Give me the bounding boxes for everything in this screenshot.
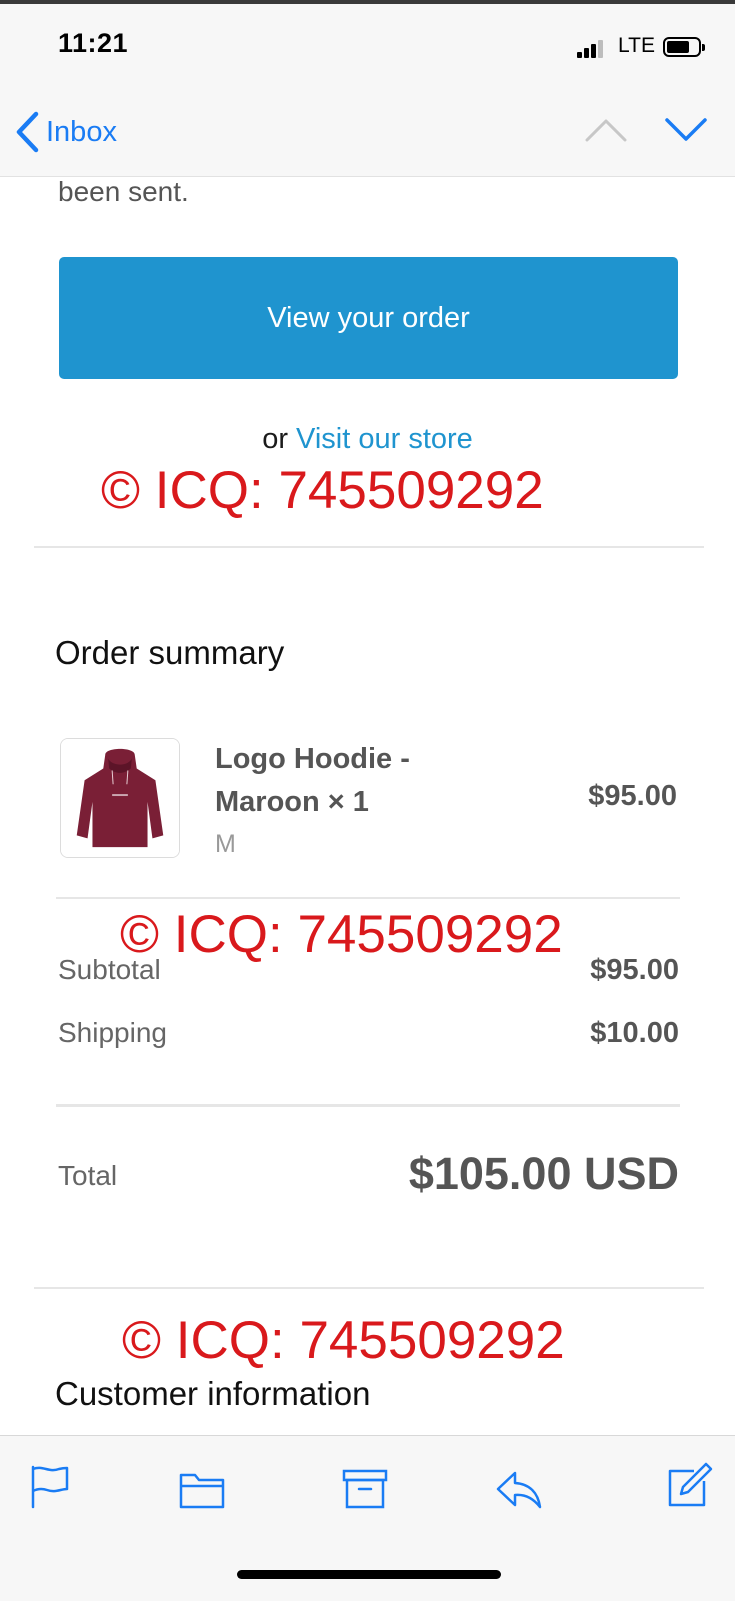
item-name: Logo Hoodie - Maroon × 1 xyxy=(215,743,410,818)
order-summary-title: Order summary xyxy=(55,634,285,671)
total-label: Total xyxy=(58,1160,118,1191)
back-to-inbox-button[interactable]: Inbox xyxy=(14,108,117,156)
divider xyxy=(56,1104,680,1107)
signal-icon xyxy=(577,38,605,58)
chevron-left-icon xyxy=(16,111,39,153)
divider xyxy=(34,1287,704,1289)
network-type: LTE xyxy=(618,34,655,57)
shipping-label: Shipping xyxy=(58,1017,167,1048)
reply-icon[interactable] xyxy=(495,1465,543,1513)
view-order-button[interactable]: View your order xyxy=(59,257,678,379)
store-link-line: or Visit our store xyxy=(0,423,735,456)
compose-icon[interactable] xyxy=(666,1461,714,1509)
home-indicator[interactable] xyxy=(237,1570,501,1579)
or-text: or xyxy=(262,423,288,455)
sent-text: been sent. xyxy=(58,176,189,207)
item-variant: M xyxy=(215,830,236,858)
folder-icon[interactable] xyxy=(178,1465,226,1513)
divider xyxy=(34,546,704,548)
back-label: Inbox xyxy=(46,115,117,148)
watermark: © ICQ: 745509292 xyxy=(101,461,544,520)
shipping-value: $10.00 xyxy=(590,1017,679,1049)
divider xyxy=(56,897,680,899)
status-time: 11:21 xyxy=(58,28,129,58)
archive-icon[interactable] xyxy=(341,1465,389,1513)
customer-information-title: Customer information xyxy=(55,1375,371,1412)
previous-message-icon[interactable] xyxy=(584,112,628,148)
visit-store-link[interactable]: Visit our store xyxy=(296,423,473,455)
item-price: $95.00 xyxy=(588,780,677,812)
watermark: © ICQ: 745509292 xyxy=(122,1311,565,1370)
battery-icon xyxy=(663,37,705,57)
next-message-icon[interactable] xyxy=(664,112,708,148)
total-value: $105.00 USD xyxy=(408,1148,679,1199)
hoodie-image xyxy=(61,739,179,857)
subtotal-value: $95.00 xyxy=(590,954,679,986)
product-thumbnail xyxy=(60,738,180,858)
watermark: © ICQ: 745509292 xyxy=(120,905,563,964)
flag-icon[interactable] xyxy=(27,1463,75,1511)
subtotal-label: Subtotal xyxy=(58,954,161,985)
